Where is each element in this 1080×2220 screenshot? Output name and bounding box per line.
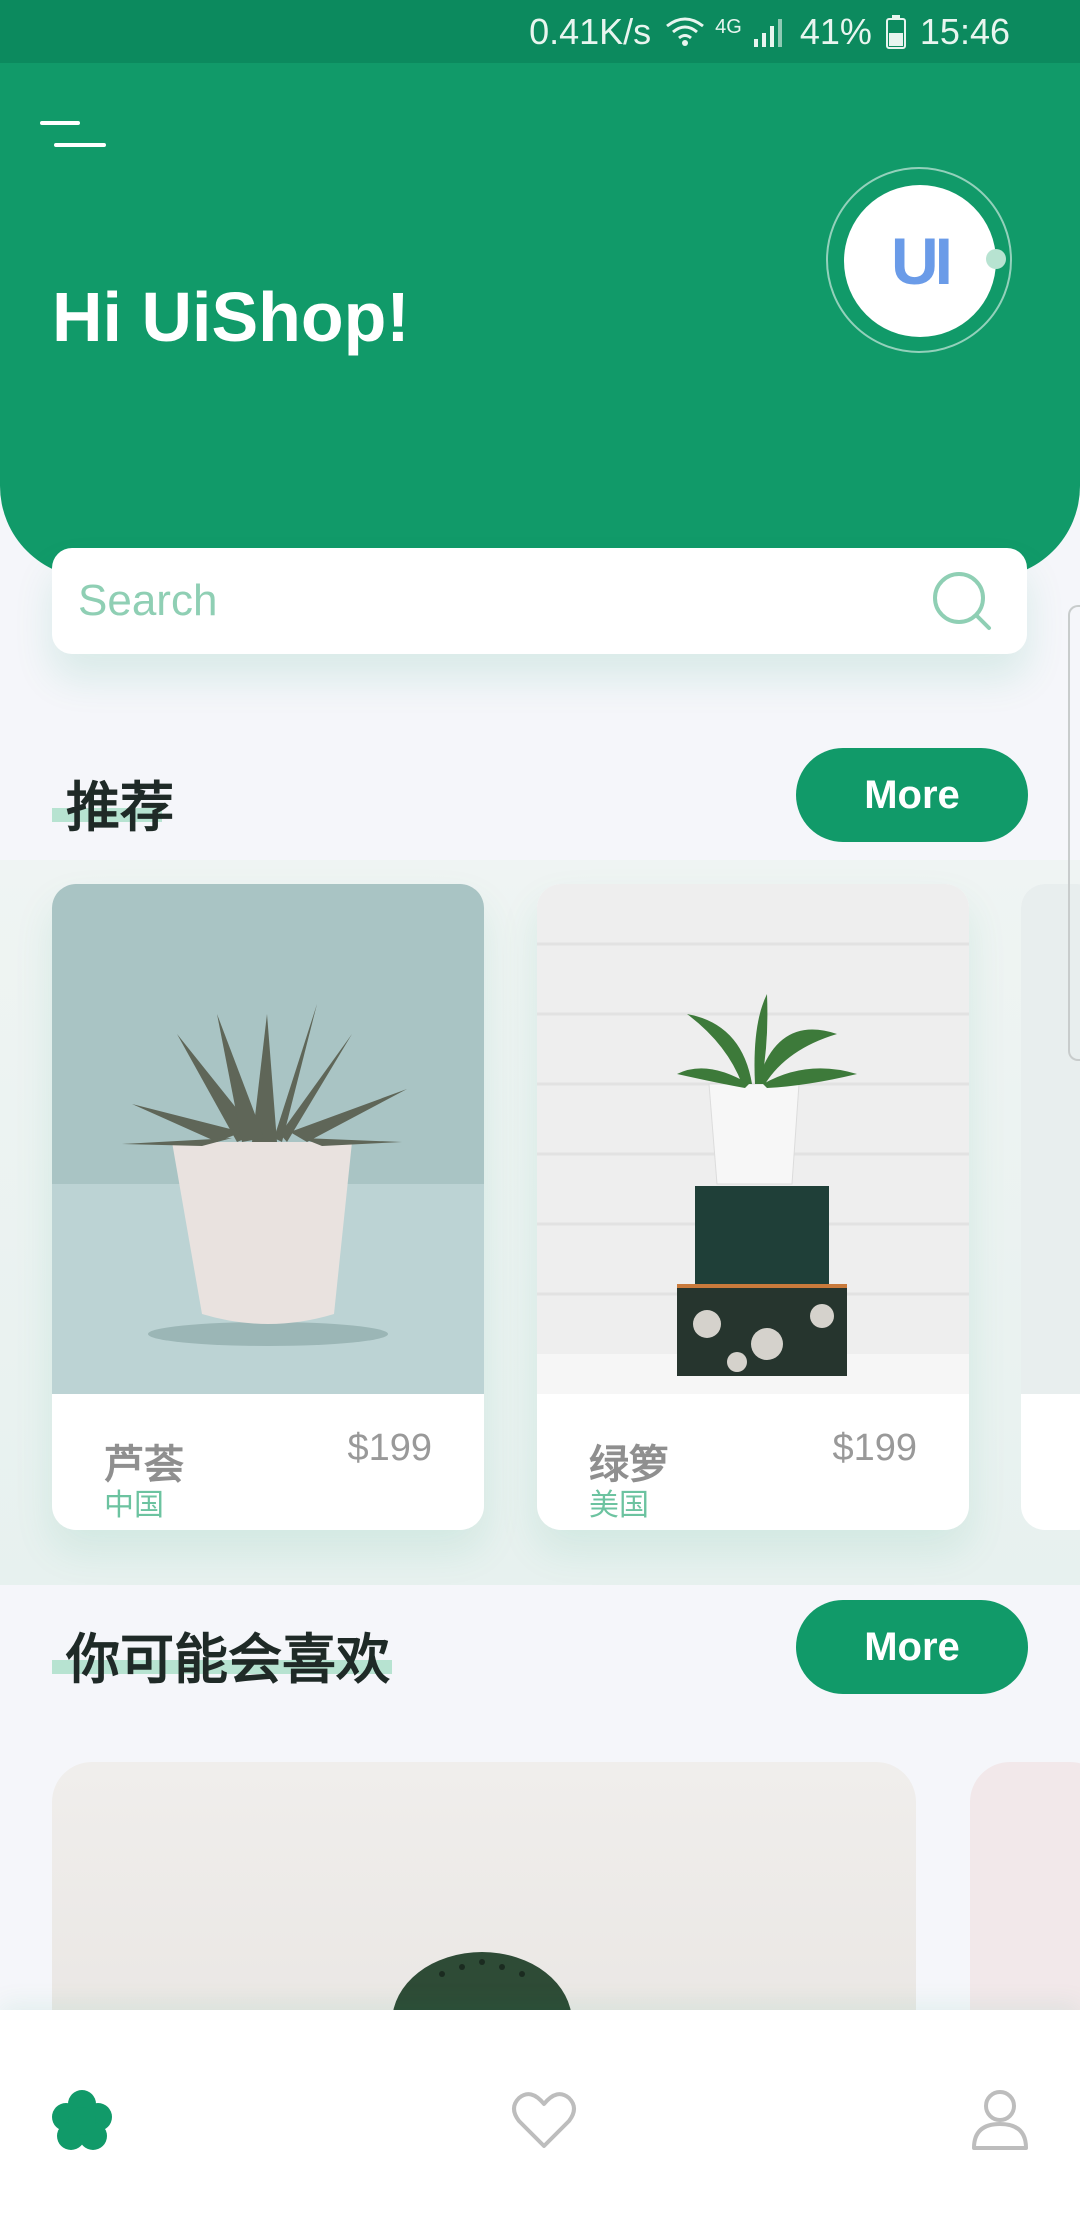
like-more-button[interactable]: More [796,1600,1028,1694]
product-origin: 美国 [589,1489,649,1522]
clock: 15:46 [919,10,1010,52]
battery-percent: 41% [799,10,872,52]
network-type: 4G [715,15,742,38]
search-bar[interactable]: Search [52,548,1027,654]
network-speed: 0.41K/s [529,10,652,52]
product-origin: 中国 [104,1489,164,1522]
product-image-pothos [537,884,969,1394]
product-price: $199 [347,1427,432,1469]
status-bar: 0.41K/s 4G 41% 15:46 [0,0,1080,63]
online-status-dot [986,249,1006,269]
wifi-icon [666,17,705,46]
search-icon[interactable] [931,570,993,632]
recommend-more-button[interactable]: More [796,748,1028,842]
nav-favorites[interactable] [504,2082,584,2158]
user-icon [972,2090,1028,2150]
avatar-logo: UI [891,224,953,298]
product-card[interactable]: 芦荟 中国 $199 [52,884,484,1530]
avatar[interactable]: UI [844,185,996,337]
nav-profile[interactable] [960,2082,1040,2158]
product-card[interactable]: 绿箩 美国 $199 [537,884,969,1530]
side-scroll-handle[interactable] [1068,605,1080,1061]
like-title: 你可能会喜欢 [66,1630,390,1690]
recommend-title: 推荐 [66,778,174,838]
flower-icon [52,2090,112,2150]
battery-icon [885,14,906,49]
greeting-title: Hi UiShop! [52,278,410,356]
product-image-aloe [52,884,484,1394]
product-price: $199 [832,1427,917,1469]
cell-signal-icon [753,18,782,47]
nav-home[interactable] [42,2082,122,2158]
search-input[interactable]: Search [78,576,931,626]
bottom-nav [0,2010,1080,2220]
menu-icon[interactable] [40,121,106,161]
heart-icon [512,2092,576,2148]
signal-group: 4G [665,16,786,48]
